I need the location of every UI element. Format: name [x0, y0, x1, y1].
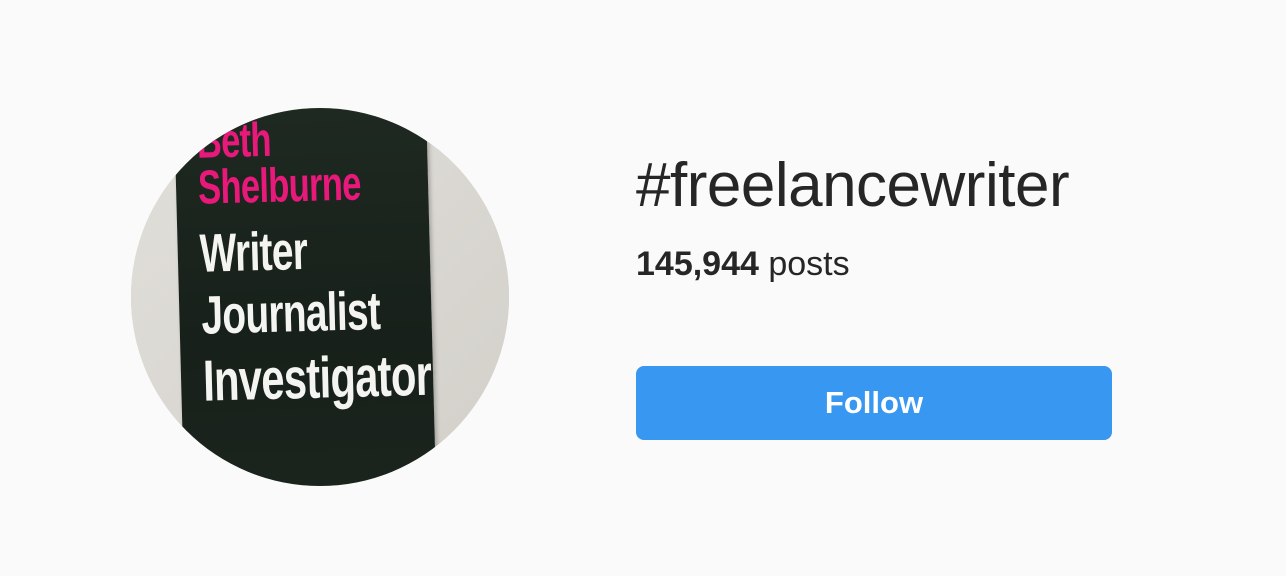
hashtag-info: #freelancewriter 145,944 posts Follow	[636, 150, 1112, 440]
hashtag-title: #freelancewriter	[636, 151, 1070, 220]
post-count: 145,944 posts	[636, 244, 1112, 284]
post-count-label: posts	[768, 245, 850, 283]
card-role-investigator: Investigator	[202, 342, 432, 414]
business-card-image: Beth Shelburne Writer Journalist Investi…	[173, 108, 437, 486]
card-last-name: Shelburne	[197, 157, 362, 215]
hashtag-header: Beth Shelburne Writer Journalist Investi…	[0, 0, 1286, 576]
follow-button[interactable]: Follow	[636, 366, 1112, 440]
hashtag-avatar: Beth Shelburne Writer Journalist Investi…	[131, 108, 509, 486]
card-role-writer: Writer	[199, 220, 308, 284]
card-role-journalist: Journalist	[200, 281, 381, 346]
post-count-number: 145,944	[636, 245, 759, 283]
